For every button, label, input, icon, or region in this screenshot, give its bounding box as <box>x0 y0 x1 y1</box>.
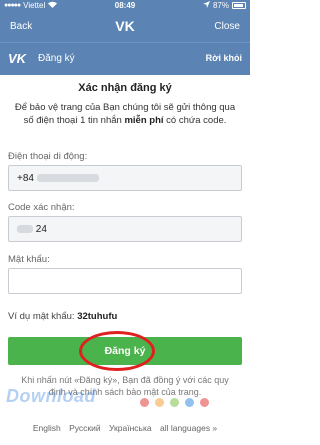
lang-all[interactable]: all languages » <box>160 423 217 433</box>
lang-ukrainian[interactable]: Українська <box>109 423 152 433</box>
code-blurred <box>17 225 33 234</box>
dot-orange <box>155 398 164 407</box>
highlight-circle <box>79 331 155 371</box>
language-switcher: English Русский Українська all languages… <box>0 423 250 433</box>
code-field[interactable]: 24 <box>8 216 242 242</box>
code-label: Code xác nhận: <box>8 202 75 213</box>
password-field[interactable] <box>8 268 242 294</box>
code-suffix: 24 <box>35 224 47 235</box>
desc-bold: miễn phí <box>124 115 164 126</box>
password-example: Ví dụ mật khẩu: 32tuhufu <box>8 311 117 322</box>
dot-blue <box>185 398 194 407</box>
phone-field[interactable]: +84 <box>8 165 242 191</box>
status-right: 87% <box>202 1 246 10</box>
phone-blurred <box>36 174 99 183</box>
status-bar: ●●●●● Viettel 08:49 87% <box>0 0 250 12</box>
lang-english[interactable]: English <box>33 423 61 433</box>
example-value: 32tuhufu <box>77 311 118 322</box>
example-label: Ví dụ mật khẩu: <box>8 311 75 322</box>
exit-button[interactable]: Rời khỏi <box>206 53 242 63</box>
dot-red <box>140 398 149 407</box>
desc-text-2: có chứa code. <box>166 115 227 126</box>
watermark-logo: Download <box>6 386 96 406</box>
lang-russian[interactable]: Русский <box>69 423 101 433</box>
watermark-dots <box>140 398 209 407</box>
battery-icon <box>232 2 246 9</box>
nav-title: VK <box>115 18 135 34</box>
location-icon <box>202 1 210 10</box>
vk-logo[interactable]: VK <box>8 51 30 67</box>
nav-bar: Back VK Close <box>0 12 250 42</box>
close-button[interactable]: Close <box>214 21 240 32</box>
password-label: Mật khẩu: <box>8 254 50 265</box>
page-description: Để bảo vệ trang của Bạn chúng tôi sẽ gửi… <box>12 101 238 127</box>
battery-text: 87% <box>212 1 229 10</box>
page-title: Xác nhận đăng ký <box>78 82 172 94</box>
dot-green <box>170 398 179 407</box>
phone-prefix: +84 <box>17 173 34 184</box>
phone-label: Điện thoại di động: <box>8 151 88 162</box>
vk-header: VK Đăng ký Rời khỏi <box>0 42 250 75</box>
vk-header-label: Đăng ký <box>38 53 75 64</box>
dot-red-2 <box>200 398 209 407</box>
